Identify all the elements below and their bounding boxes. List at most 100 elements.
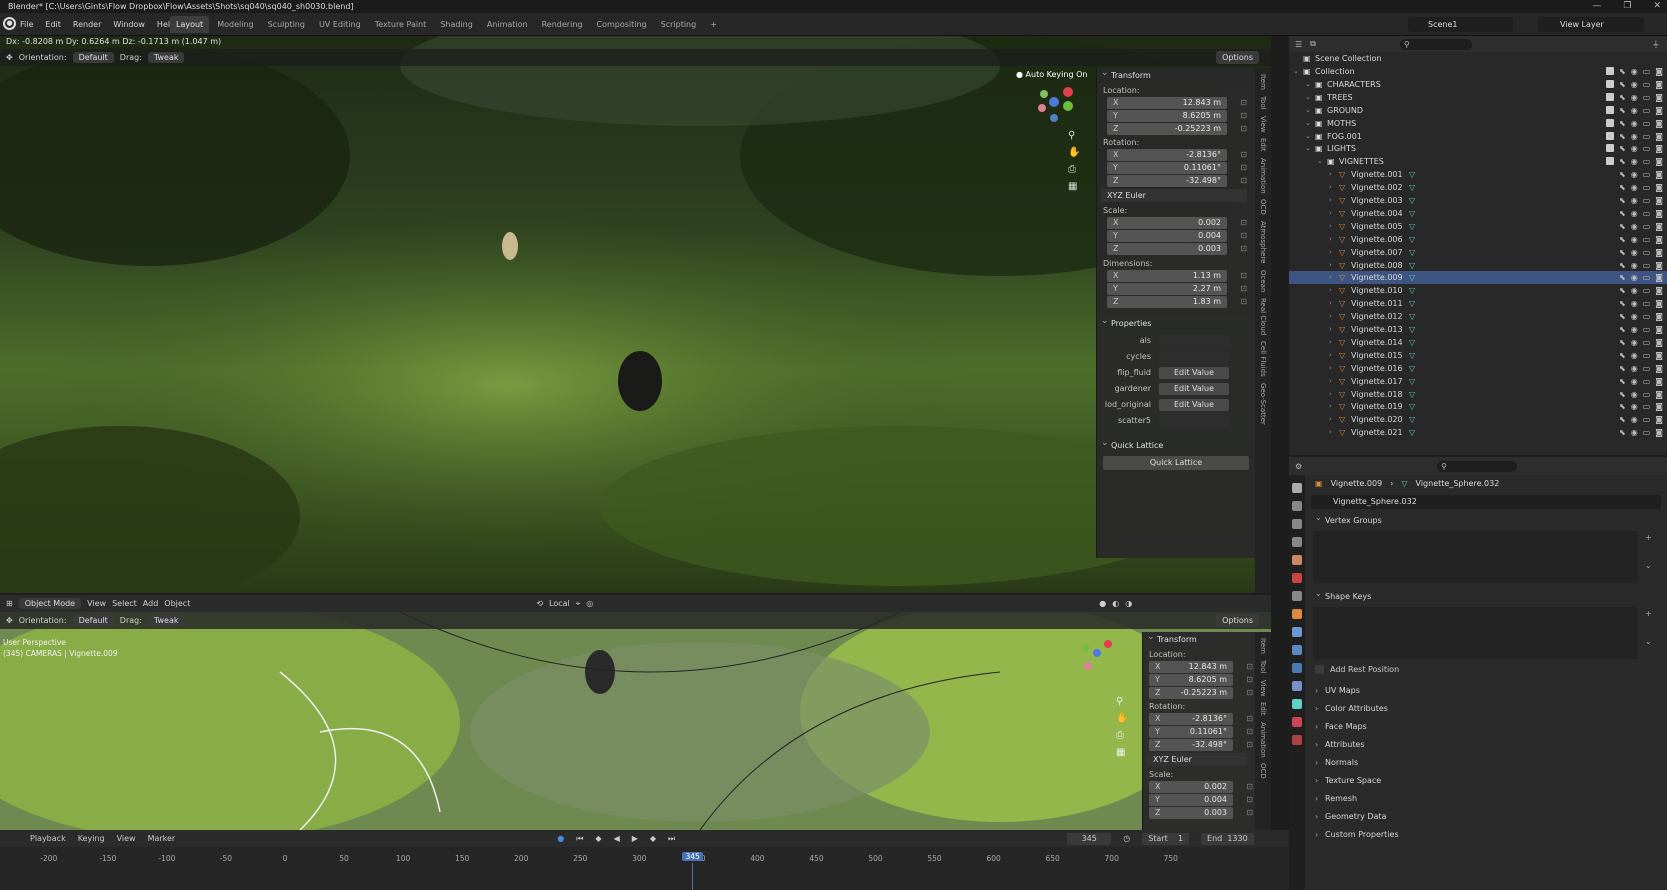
shading-material-icon[interactable]: ◐ — [1112, 599, 1119, 608]
transform-orientation-dropdown[interactable]: Local — [549, 599, 570, 608]
render-tab-icon[interactable] — [1292, 501, 1302, 511]
sidebar-tab-atmosphere[interactable]: Atmosphere — [1255, 221, 1271, 263]
render-icon[interactable]: ◙ — [1655, 91, 1663, 104]
eye-icon[interactable]: ◉ — [1631, 78, 1638, 91]
outliner-object-row[interactable]: › ▽ Vignette.005 ▽ ⬉ ◉ ▭ ◙ — [1289, 220, 1667, 233]
render-icon[interactable]: ◙ — [1655, 194, 1663, 207]
mesh-data-icon[interactable]: ▽ — [1409, 168, 1415, 181]
location-y-field[interactable]: Y 8.6205 m — [1107, 110, 1247, 122]
tab-scripting[interactable]: Scripting — [655, 16, 703, 33]
outliner-object-row[interactable]: › ▽ Vignette.007 ▽ ⬉ ◉ ▭ ◙ — [1289, 246, 1667, 259]
viewport-icon[interactable]: ▭ — [1643, 65, 1651, 78]
section-remesh[interactable]: Remesh — [1309, 791, 1659, 806]
viewport-icon[interactable]: ▭ — [1643, 246, 1651, 259]
mesh-data-icon[interactable]: ▽ — [1409, 362, 1415, 375]
outliner-object-row[interactable]: › ▽ Vignette.001 ▽ ⬉ ◉ ▭ ◙ — [1289, 168, 1667, 181]
render-icon[interactable]: ◙ — [1655, 65, 1663, 78]
drag-dropdown[interactable]: Tweak — [147, 615, 185, 626]
eye-icon[interactable]: ◉ — [1631, 130, 1638, 143]
viewport-icon[interactable]: ▭ — [1643, 259, 1651, 272]
view-layer-selector[interactable]: View Layer — [1538, 17, 1644, 32]
section-normals[interactable]: Normals — [1309, 755, 1659, 770]
sidebar-tab-tool[interactable]: Tool — [1255, 96, 1271, 110]
selectable-icon[interactable]: ⬉ — [1619, 375, 1626, 388]
options-button-top[interactable]: Options — [1216, 51, 1259, 64]
render-icon[interactable]: ◙ — [1655, 284, 1663, 297]
prop-value[interactable] — [1159, 414, 1229, 427]
expand-toggle-icon[interactable]: › — [1329, 194, 1332, 207]
eye-icon[interactable]: ◉ — [1631, 168, 1638, 181]
render-icon[interactable]: ◙ — [1655, 130, 1663, 143]
mesh-data-icon[interactable]: ▽ — [1409, 194, 1415, 207]
expand-toggle-icon[interactable]: › — [1329, 297, 1332, 310]
expand-toggle-icon[interactable]: › — [1329, 168, 1332, 181]
dimensions-z-field[interactable]: Z 1.83 m — [1107, 296, 1247, 308]
outliner-collection-row[interactable]: ⌄ ▣ GROUND ⬉ ◉ ▭ ◙ — [1289, 104, 1667, 117]
outliner-object-row[interactable]: › ▽ Vignette.003 ▽ ⬉ ◉ ▭ ◙ — [1289, 194, 1667, 207]
viewport-icon[interactable]: ▭ — [1643, 310, 1651, 323]
mesh-data-icon[interactable]: ▽ — [1409, 310, 1415, 323]
outliner-object-row[interactable]: › ▽ Vignette.004 ▽ ⬉ ◉ ▭ ◙ — [1289, 207, 1667, 220]
chevron-down-icon[interactable]: ⌄ — [1645, 559, 1652, 573]
expand-toggle-icon[interactable]: › — [1329, 284, 1332, 297]
selectable-icon[interactable]: ⬉ — [1619, 220, 1626, 233]
expand-toggle-icon[interactable]: ⌄ — [1305, 117, 1311, 130]
sidebar-tab-ocd[interactable]: OCD — [1255, 199, 1271, 215]
preview-range-icon[interactable]: ◷ — [1123, 834, 1130, 843]
quick-lattice-panel-header[interactable]: Quick Lattice — [1097, 435, 1255, 454]
mesh-data-icon[interactable]: ▽ — [1409, 181, 1415, 194]
move-tool-icon[interactable]: ✥ — [6, 616, 13, 625]
mesh-data-icon[interactable]: ▽ — [1409, 284, 1415, 297]
sidebar-tab-ocean[interactable]: Ocean — [1255, 270, 1271, 292]
prev-keyframe-icon[interactable]: ◆ — [595, 834, 601, 843]
eye-icon[interactable]: ◉ — [1631, 362, 1638, 375]
viewport-icon[interactable]: ▭ — [1643, 91, 1651, 104]
selectable-icon[interactable]: ⬉ — [1619, 168, 1626, 181]
playhead-line[interactable] — [692, 863, 694, 890]
selectable-icon[interactable]: ⬉ — [1619, 233, 1626, 246]
expand-toggle-icon[interactable]: › — [1329, 388, 1332, 401]
chevron-down-icon[interactable]: ⌄ — [1645, 635, 1652, 649]
texture-tab-icon[interactable] — [1292, 735, 1302, 745]
exclude-checkbox[interactable] — [1605, 79, 1614, 88]
expand-toggle-icon[interactable]: ⌄ — [1293, 65, 1299, 78]
eye-icon[interactable]: ◉ — [1631, 297, 1638, 310]
mesh-data-tab-icon[interactable] — [1292, 699, 1302, 709]
eye-icon[interactable]: ◉ — [1631, 323, 1638, 336]
outliner-root[interactable]: ▣ Scene Collection — [1289, 52, 1667, 65]
selectable-icon[interactable]: ⬉ — [1619, 155, 1626, 168]
jump-end-icon[interactable]: ⏭ — [668, 834, 675, 844]
menu-edit[interactable]: Edit — [45, 20, 61, 29]
outliner-object-row[interactable]: › ▽ Vignette.012 ▽ ⬉ ◉ ▭ ◙ — [1289, 310, 1667, 323]
tab-layout[interactable]: Layout — [170, 16, 210, 33]
properties-search-input[interactable]: ⚲ — [1437, 460, 1518, 472]
add-workspace-button[interactable]: + — [704, 16, 723, 33]
expand-toggle-icon[interactable]: › — [1329, 413, 1332, 426]
tab-texture-paint[interactable]: Texture Paint — [369, 16, 433, 33]
move-tool-icon[interactable]: ✥ — [6, 53, 13, 62]
outliner-object-row[interactable]: › ▽ Vignette.020 ▽ ⬉ ◉ ▭ ◙ — [1289, 413, 1667, 426]
selectable-icon[interactable]: ⬉ — [1619, 413, 1626, 426]
viewport-icon[interactable]: ▭ — [1643, 207, 1651, 220]
drag-dropdown[interactable]: Tweak — [147, 52, 185, 63]
sidebar-tab-animation[interactable]: Animation — [1255, 158, 1271, 194]
eye-icon[interactable]: ◉ — [1631, 142, 1638, 155]
sidebar-tab-item[interactable]: Item — [1255, 638, 1271, 654]
perspective-grid-icon[interactable]: ▦ — [1116, 747, 1128, 758]
scale-x-field[interactable]: X 0.002 — [1107, 217, 1247, 229]
menu-render[interactable]: Render — [73, 20, 101, 29]
render-icon[interactable]: ◙ — [1655, 323, 1663, 336]
perspective-grid-icon[interactable]: ▦ — [1068, 181, 1080, 192]
eye-icon[interactable]: ◉ — [1631, 155, 1638, 168]
prop-value[interactable] — [1159, 334, 1229, 347]
viewport-icon[interactable]: ▭ — [1643, 323, 1651, 336]
outliner-editor-icon[interactable]: ☰ — [1295, 40, 1302, 49]
properties-panel-header[interactable]: Properties — [1097, 313, 1255, 332]
viewport-icon[interactable]: ▭ — [1643, 168, 1651, 181]
menu-file[interactable]: File — [20, 20, 33, 29]
proportional-edit-icon[interactable]: ◎ — [586, 599, 593, 608]
render-icon[interactable]: ◙ — [1655, 375, 1663, 388]
camera-view-icon[interactable]: ⎙ — [1068, 164, 1080, 175]
sidebar-tab-geo-scatter[interactable]: Geo-Scatter — [1255, 383, 1271, 425]
sidebar-tab-cell-fluids[interactable]: Cell Fluids — [1255, 341, 1271, 377]
